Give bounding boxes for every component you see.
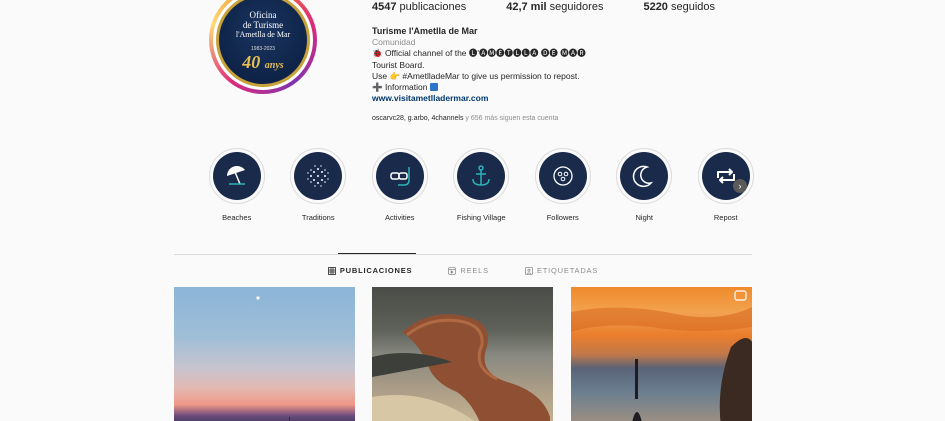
tab-posts[interactable]: PUBLICACIONES [327,266,413,275]
highlight-activities[interactable]: Activities [359,148,441,222]
highlight-beaches[interactable]: Beaches [196,148,278,222]
highlight-followers[interactable]: Followers [522,148,604,222]
profile-avatar[interactable]: Oficina de Turisme l'Ametlla de Mar 1983-… [216,0,310,87]
avatar-text-line2: de Turisme [242,20,284,30]
info-icon [429,83,438,92]
tagged-icon [525,266,533,275]
people-icon [553,166,573,186]
highlights-next-button[interactable]: › [733,179,747,193]
profile-bio: Turisme l'Ametlla de Mar Comunidad 🐞 Off… [372,26,632,125]
following-stat[interactable]: 5220 seguidos [643,1,715,13]
highlight-fishing-village[interactable]: Fishing Village [441,148,523,222]
post-thumbnail[interactable] [372,287,553,421]
profile-category: Comunidad [372,37,416,48]
tabs-divider [174,254,752,255]
story-highlights: Beaches Traditions Activities Fishing Vi… [196,148,767,222]
bio-line: Tourist Board. [372,59,425,70]
avatar-text-line3: l'Ametlla de Mar [235,30,291,39]
dots-pattern-icon [307,165,329,187]
highlight-traditions[interactable]: Traditions [278,148,360,222]
tab-reels[interactable]: REELS [448,266,489,275]
anchor-icon [472,165,490,186]
profile-tabs: PUBLICACIONES REELS ETIQUETADAS [174,266,752,275]
posts-stat: 4547 publicaciones [372,1,467,13]
avatar-text-line1: Oficina [249,10,277,20]
bio-line: ➕ Information [372,82,632,93]
grid-icon [327,266,336,275]
website-link[interactable]: www.visitametlladermar.com [372,93,632,104]
post-image [571,290,752,421]
followers-stat[interactable]: 42,7 mil seguidores [506,1,603,13]
tab-tagged[interactable]: ETIQUETADAS [525,266,598,275]
post-thumbnail[interactable] [571,287,752,421]
profile-avatar-ring[interactable]: Oficina de Turisme l'Ametlla de Mar 1983-… [209,0,317,94]
snorkel-icon [390,167,410,186]
post-thumbnail[interactable] [174,287,355,421]
post-image [372,314,550,421]
profile-name: Turisme l'Ametlla de Mar [372,26,478,36]
bio-line: 🐞 Official channel of the 🅛'🅐🅜🅔🅣🅛🅛🅐 🅓🅔 🅜… [372,48,586,59]
active-tab-indicator [338,253,416,254]
bio-line: Use 👉 #AmetlladeMar to give us permissio… [372,70,580,81]
reels-icon [448,266,457,275]
umbrella-icon [226,166,245,185]
post-image [256,296,290,421]
avatar-anniversary: 40 anys [242,52,284,72]
moon-icon [633,165,654,188]
highlight-repost[interactable]: Repost [685,148,767,222]
profile-stats: 4547 publicaciones 42,7 mil seguidores 5… [372,1,755,13]
followed-by[interactable]: oscarvc28, g.arbo, 4channels y 656 más s… [372,113,632,124]
highlight-night[interactable]: Night [604,148,686,222]
